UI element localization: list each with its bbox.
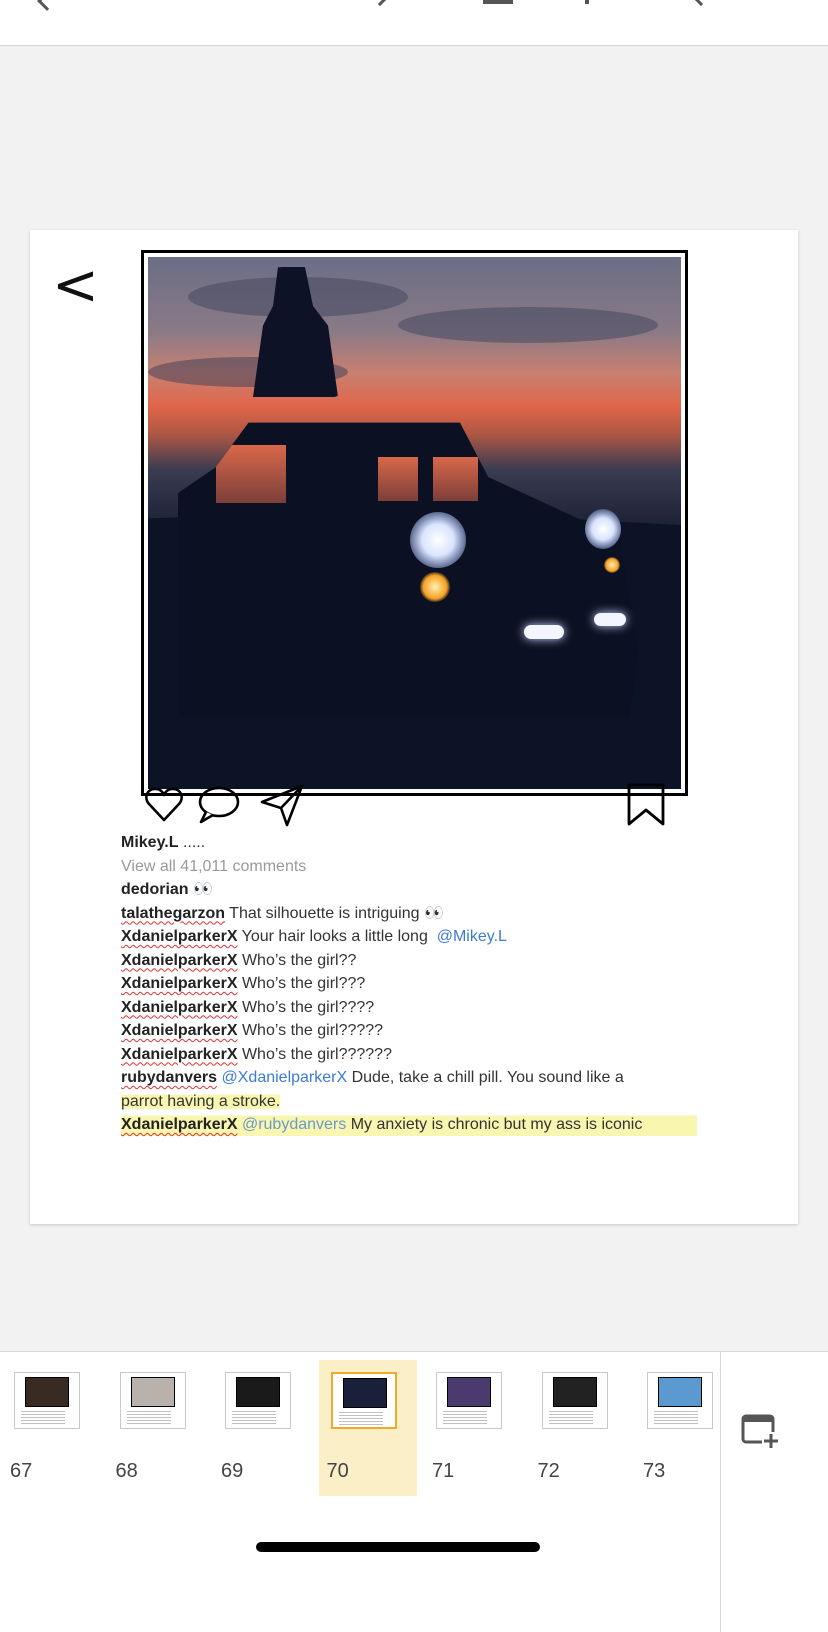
comment-user[interactable]: rubydanvers [121, 1069, 217, 1086]
slide-thumbnail[interactable]: 73 [635, 1360, 733, 1496]
thumbnail-text-lines [21, 1411, 65, 1425]
post-username[interactable]: Mikey.L [121, 834, 179, 851]
thumbnail-image [25, 1377, 69, 1407]
play-icon[interactable] [372, 0, 388, 7]
comment-row: XdanielparkerX Who’s the girl??? [121, 972, 761, 996]
comment-user[interactable]: XdanielparkerX [121, 999, 238, 1016]
thumbnail-number: 68 [115, 1460, 138, 1482]
back-arrow-glyph: < [52, 253, 99, 318]
comment-user[interactable]: dedorian [121, 881, 189, 898]
caption-text: ..... [182, 834, 206, 851]
slide-thumbnail[interactable]: 68 [108, 1360, 206, 1496]
comment-text: Who’s the girl????? [241, 1022, 384, 1039]
comment-row: talathegarzon That silhouette is intrigu… [121, 902, 761, 926]
thumbnail-number: 71 [432, 1460, 455, 1482]
home-indicator[interactable] [256, 1542, 540, 1552]
comment-user[interactable]: XdanielparkerX [121, 952, 238, 969]
slide-thumbnail-strip: 67 68 69 70 71 72 73 [0, 1351, 828, 1632]
thumbnail-number: 72 [537, 1460, 560, 1482]
heart-icon[interactable] [141, 782, 187, 828]
comment-continuation: parrot having a stroke. [121, 1090, 761, 1114]
thumbnail-text-lines [443, 1411, 487, 1425]
post-actions [141, 782, 688, 832]
comment-user[interactable]: XdanielparkerX [121, 1116, 238, 1133]
thumbnail-number: 67 [10, 1460, 33, 1482]
comment-text: Who’s the girl??? [241, 975, 366, 992]
thumbnail-preview [436, 1372, 502, 1429]
slide-thumbnail[interactable]: 71 [424, 1360, 522, 1496]
thumbnail-number: 69 [221, 1460, 244, 1482]
thumbnail-number: 70 [326, 1460, 349, 1482]
thumbnail-image [658, 1377, 702, 1407]
comment-user[interactable]: talathegarzon [121, 905, 225, 922]
comment-row: XdanielparkerX Who’s the girl???? [121, 996, 761, 1020]
comment-mention[interactable]: @Mikey.L [437, 928, 507, 945]
thumbnail-preview [541, 1372, 608, 1429]
comment-row: XdanielparkerX Who’s the girl?? [121, 949, 761, 973]
bookmark-icon[interactable] [623, 782, 669, 828]
comment-row: XdanielparkerX Who’s the girl????? [121, 1019, 761, 1043]
thumbnail-image [130, 1377, 175, 1407]
slide-icon[interactable] [483, 0, 513, 4]
comment-text: That silhouette is intriguing 👀 [229, 904, 444, 922]
comment-user[interactable]: XdanielparkerX [121, 975, 238, 992]
comment-user[interactable]: XdanielparkerX [121, 928, 238, 945]
post-caption: Mikey.L ..... View all 41,011 comments d… [121, 831, 761, 1137]
thumbnail-image [447, 1377, 491, 1407]
comment-mention[interactable]: @rubydanvers [242, 1116, 346, 1133]
post-photo-frame [141, 250, 688, 796]
comment-text: Who’s the girl?????? [241, 1045, 392, 1063]
comment-row-highlighted: XdanielparkerX @rubydanvers My anxiety i… [121, 1113, 697, 1137]
comment-row: dedorian 👀 [121, 878, 761, 902]
thumbnail-text-lines [654, 1411, 698, 1425]
more-icon[interactable] [585, 0, 589, 4]
thumbnail-number: 73 [643, 1460, 666, 1482]
thumbnail-text-lines [232, 1411, 276, 1425]
comment-icon[interactable] [196, 782, 242, 828]
thumbnail-preview [119, 1372, 186, 1429]
comment-mention[interactable]: @XdanielparkerX [222, 1069, 348, 1086]
comment-text: My anxiety is chronic but my ass is icon… [350, 1116, 643, 1133]
post-photo [148, 257, 681, 789]
slide-thumbnail[interactable]: 69 [213, 1360, 311, 1496]
comment-text: Dude, take a chill pill. You sound like … [351, 1069, 624, 1086]
slide-thumbnail[interactable]: 72 [530, 1360, 628, 1496]
slide-canvas[interactable]: < Mikey.L ..... View all 41,011 comments… [30, 230, 798, 1224]
comment-row: XdanielparkerX Your hair looks a little … [121, 925, 761, 949]
thumbnail-preview [225, 1372, 291, 1429]
comment-text-continued: parrot having a stroke. [121, 1092, 281, 1110]
thumbnail-image [236, 1377, 280, 1407]
comment-text: 👀 [193, 881, 213, 898]
thumbnail-text-lines [548, 1411, 593, 1425]
top-toolbar [0, 0, 828, 46]
send-icon[interactable] [259, 782, 305, 828]
thumbnail-preview [330, 1372, 397, 1429]
thumbnail-image [342, 1378, 387, 1408]
slide-thumbnail[interactable]: 67 [2, 1360, 100, 1496]
comment-user[interactable]: XdanielparkerX [121, 1022, 238, 1039]
view-all-comments[interactable]: View all 41,011 comments [121, 855, 761, 879]
comment-row: XdanielparkerX Who’s the girl?????? [121, 1043, 761, 1067]
thumbnail-preview [647, 1372, 713, 1429]
share-icon[interactable] [693, 0, 709, 7]
thumbnail-image [552, 1377, 597, 1407]
thumbnail-preview [14, 1372, 80, 1429]
thumbnail-text-lines [338, 1412, 383, 1426]
strip-divider [720, 1352, 721, 1632]
slide-thumbnail[interactable]: 70 [318, 1360, 417, 1496]
thumbnail-text-lines [126, 1411, 171, 1425]
add-slide-icon[interactable] [740, 1410, 780, 1450]
back-icon[interactable] [37, 0, 57, 11]
caption-line: Mikey.L ..... [121, 831, 761, 855]
comment-user[interactable]: XdanielparkerX [121, 1046, 238, 1063]
comment-text: Who’s the girl???? [241, 998, 375, 1016]
comment-row: rubydanvers @XdanielparkerX Dude, take a… [121, 1066, 761, 1090]
comment-text: Who’s the girl?? [241, 951, 357, 969]
comment-text: Your hair looks a little long [241, 928, 428, 945]
